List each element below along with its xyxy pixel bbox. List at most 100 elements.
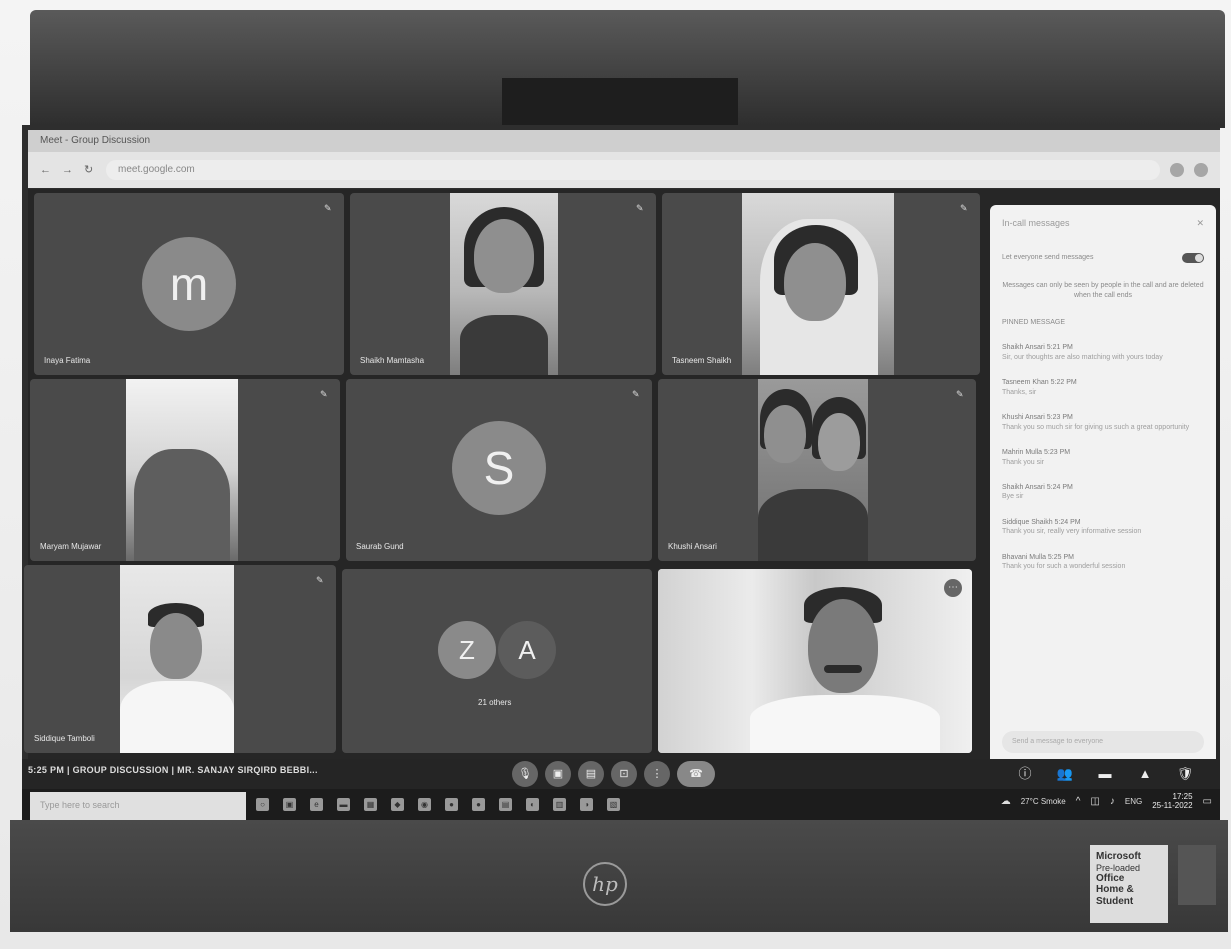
chat-panel: In-call messages ✕ Let everyone send mes…: [990, 205, 1216, 765]
participant-video: [742, 193, 894, 375]
message-text: Thank you for such a wonderful session: [1002, 563, 1126, 571]
app-icon[interactable]: ▤: [499, 798, 512, 811]
file-explorer-icon[interactable]: ▬: [337, 798, 350, 811]
video-figure: [134, 449, 230, 561]
volume-icon[interactable]: ♪: [1110, 796, 1115, 807]
message-sender: Bhavani Mulla 5:25 PM: [1002, 553, 1074, 561]
chat-message: Shaikh Ansari 5:21 PM Sir, our thoughts …: [1002, 343, 1204, 362]
back-icon[interactable]: ←: [40, 164, 52, 176]
edge-icon[interactable]: e: [310, 798, 323, 811]
message-sender: Shaikh Ansari 5:24 PM: [1002, 483, 1073, 491]
weather-icon[interactable]: ☁: [1001, 796, 1011, 807]
chrome-icon[interactable]: ◉: [418, 798, 431, 811]
meeting-controls-bar: 5:25 PM | GROUP DISCUSSION | MR. SANJAY …: [22, 759, 1220, 789]
participant-tile[interactable]: m ✎ Inaya Fatima: [34, 193, 344, 375]
present-button[interactable]: ⊡: [611, 761, 637, 787]
chat-input[interactable]: Send a message to everyone: [1002, 731, 1204, 753]
participant-video: [758, 379, 868, 561]
info-button[interactable]: ⓘ: [1012, 761, 1038, 787]
video-figure: [764, 405, 806, 463]
message-text: Bye sir: [1002, 493, 1024, 501]
browser-tab[interactable]: Meet - Group Discussion: [28, 130, 1220, 152]
meeting-title: GROUP DISCUSSION | MR. SANJAY SIRQIRD BE…: [72, 765, 318, 775]
more-options-button[interactable]: ⋮: [644, 761, 670, 787]
office-sticker: Microsoft Pre-loaded Office Home & Stude…: [1090, 845, 1168, 923]
message-text: Sir, our thoughts are also matching with…: [1002, 353, 1163, 361]
video-figure: [474, 219, 534, 293]
taskbar-search-input[interactable]: Type here to search: [30, 792, 246, 820]
participant-tile[interactable]: Z A 21 others: [342, 569, 652, 753]
store-icon[interactable]: ▦: [364, 798, 377, 811]
message-text: Thank you sir, really very informative s…: [1002, 528, 1142, 536]
video-figure: [150, 613, 202, 679]
participant-video: [658, 569, 972, 753]
participant-tile[interactable]: ✎ Maryam Mujawar: [30, 379, 340, 561]
participant-avatar: Z: [438, 621, 496, 679]
activities-button[interactable]: ▲: [1132, 761, 1158, 787]
reload-icon[interactable]: ↻: [84, 164, 96, 176]
participant-tile[interactable]: ✎ Khushi Ansari: [658, 379, 976, 561]
close-icon[interactable]: ✕: [1196, 217, 1204, 229]
webcam-bar: [502, 78, 738, 126]
participant-name: Maryam Mujawar: [40, 542, 102, 551]
participant-avatar: S: [452, 421, 546, 515]
host-controls-button[interactable]: 🛡: [1172, 761, 1198, 787]
app-icon[interactable]: ▧: [607, 798, 620, 811]
participant-tile[interactable]: S ✎ Saurab Gund: [346, 379, 652, 561]
profile-avatar-icon[interactable]: [1194, 163, 1208, 177]
taskbar-app-icons: ○ ▣ e ▬ ▦ ◆ ◉ ● ● ▤ ◐ ▥ ◑ ▧: [256, 798, 620, 811]
video-figure: [750, 695, 940, 753]
video-figure: [120, 681, 234, 753]
participant-name: Saurab Gund: [356, 542, 404, 551]
participant-avatar: m: [142, 237, 236, 331]
video-figure: [818, 413, 860, 471]
cortana-icon[interactable]: ○: [256, 798, 269, 811]
task-view-icon[interactable]: ▣: [283, 798, 296, 811]
participant-name: Khushi Ansari: [668, 542, 717, 551]
forward-icon[interactable]: →: [62, 164, 74, 176]
clock-date: 25-11-2022: [1152, 800, 1193, 810]
participant-name: Siddique Tamboli: [34, 734, 95, 743]
extension-icon[interactable]: [1170, 163, 1184, 177]
mic-button[interactable]: 🎙: [512, 761, 538, 787]
participant-tile[interactable]: ✎ Shaikh Mamtasha: [350, 193, 656, 375]
language-indicator[interactable]: ENG: [1125, 797, 1142, 806]
app-icon[interactable]: ●: [445, 798, 458, 811]
video-figure: [824, 665, 862, 673]
video-figure: [460, 315, 548, 375]
chat-button[interactable]: ▬: [1092, 761, 1118, 787]
meeting-time: 5:25 PM: [28, 765, 65, 775]
participant-tile[interactable]: ✎ Tasneem Shaikh: [662, 193, 980, 375]
network-icon[interactable]: ◫: [1090, 796, 1099, 807]
address-bar[interactable]: meet.google.com: [106, 160, 1160, 180]
app-icon[interactable]: ◐: [526, 798, 539, 811]
camera-button[interactable]: ▣: [545, 761, 571, 787]
side-controls: ⓘ 👥 ▬ ▲ 🛡: [1012, 761, 1198, 787]
notification-icon[interactable]: ▭: [1203, 796, 1212, 807]
end-call-button[interactable]: ☎: [677, 761, 715, 787]
participant-video: [126, 379, 238, 561]
captions-button[interactable]: ▤: [578, 761, 604, 787]
video-figure: [808, 599, 878, 693]
mic-off-icon: ✎: [320, 389, 328, 399]
address-row: ← → ↻ meet.google.com: [28, 152, 1220, 188]
dropbox-icon[interactable]: ◆: [391, 798, 404, 811]
chat-permission-toggle[interactable]: [1182, 253, 1204, 264]
people-button[interactable]: 👥: [1052, 761, 1078, 787]
chevron-up-icon[interactable]: ^: [1076, 796, 1081, 807]
more-options-icon[interactable]: ⋯: [944, 579, 962, 597]
participant-name: 21 others: [478, 698, 512, 707]
participant-tile[interactable]: ✎ Siddique Tamboli: [24, 565, 336, 753]
app-icon[interactable]: ◑: [580, 798, 593, 811]
app-icon[interactable]: ▥: [553, 798, 566, 811]
app-icon[interactable]: ●: [472, 798, 485, 811]
participant-name: Shaikh Mamtasha: [360, 356, 425, 365]
photo-background: Meet - Group Discussion ← → ↻ meet.googl…: [0, 0, 1231, 949]
weather-text[interactable]: 27°C Smoke: [1021, 797, 1066, 806]
participant-tile[interactable]: ⋯: [658, 569, 972, 753]
meet-grid: m ✎ Inaya Fatima ✎ Shaikh Mamtasha ✎ Tas…: [24, 189, 1220, 765]
sticker-line: Pre-loaded: [1096, 862, 1141, 873]
message-text: Thank you sir: [1002, 458, 1045, 466]
taskbar-clock[interactable]: 17:25 25-11-2022: [1152, 792, 1193, 811]
chat-message: Khushi Ansari 5:23 PM Thank you so much …: [1002, 413, 1204, 432]
